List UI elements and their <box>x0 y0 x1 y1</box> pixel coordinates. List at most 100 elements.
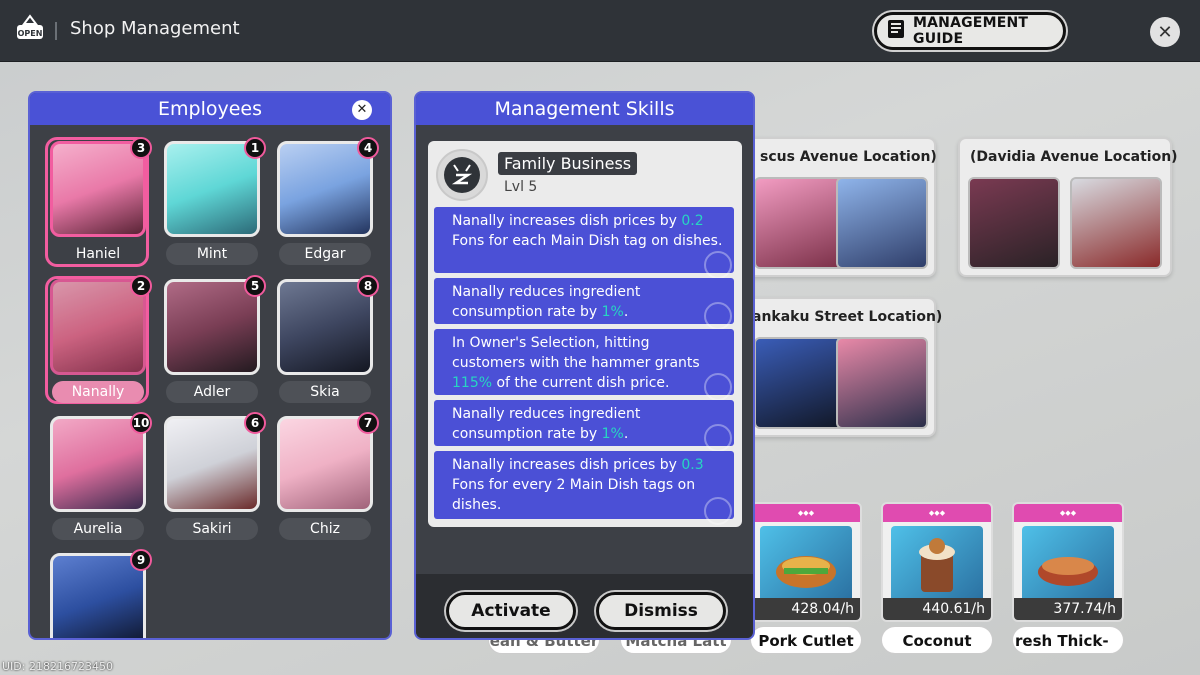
effect-text: of the current dish price. <box>492 375 670 391</box>
effect-text: Fons for each Main Dish tag on dishes. <box>452 233 723 249</box>
location-portrait <box>1070 177 1162 269</box>
location-portrait <box>754 337 846 429</box>
product-price: 428.04/h <box>752 598 860 620</box>
skill-card: Family Business Lvl 5 Nanally increases … <box>428 141 742 527</box>
product-card[interactable]: ◆◆◆ 428.04/h <box>750 502 862 622</box>
employee-nanally[interactable]: 2 Nanally <box>50 275 152 415</box>
employee-badge: 6 <box>244 412 266 434</box>
employee-portrait <box>277 416 373 512</box>
guide-book-icon <box>887 19 905 43</box>
employee-name: Chiz <box>279 518 371 540</box>
effect-value: 1% <box>601 426 624 442</box>
skill-effect: Nanally reduces ingredient consumption r… <box>434 400 734 452</box>
effect-text: In Owner's Selection, hitting customers … <box>452 335 700 371</box>
effect-text: Fons for every 2 Main Dish tags on dishe… <box>452 477 696 513</box>
dismiss-button[interactable]: Dismiss <box>596 592 726 630</box>
check-icon <box>704 497 732 525</box>
employee-badge: 2 <box>130 275 152 297</box>
employee-chiz[interactable]: 7 Chiz <box>277 412 379 552</box>
employee-name: Haniel <box>75 246 121 262</box>
skills-footer: Activate Dismiss <box>416 574 753 638</box>
product-price: 440.61/h <box>883 598 991 620</box>
check-icon <box>704 373 732 401</box>
employee-edgar[interactable]: 4 Edgar <box>277 137 379 277</box>
employee-unnamed[interactable]: 9 <box>50 549 152 638</box>
employee-portrait <box>164 416 260 512</box>
skill-effect: In Owner's Selection, hitting customers … <box>434 329 734 401</box>
employee-portrait <box>50 141 146 237</box>
effect-value: 0.2 <box>681 213 704 229</box>
location-title: scus Avenue Location) <box>760 149 937 165</box>
effect-text: . <box>623 304 629 320</box>
employee-name: Aurelia <box>52 518 144 540</box>
effect-value: 115% <box>452 375 493 391</box>
check-icon <box>704 424 732 452</box>
employee-name: Adler <box>166 381 258 403</box>
employee-skia[interactable]: 8 Skia <box>277 275 379 415</box>
employee-portrait <box>277 141 373 237</box>
employee-badge: 4 <box>357 137 379 159</box>
effect-value: 1% <box>601 304 624 320</box>
location-card[interactable]: scus Avenue Location) <box>740 137 937 277</box>
uid-label: UID: 218216723450 <box>2 660 113 673</box>
product-banner: ◆◆◆ <box>1014 504 1122 522</box>
employee-badge: 8 <box>357 275 379 297</box>
title-divider <box>55 22 57 40</box>
skill-name: Family Business <box>498 152 638 175</box>
product-banner: ◆◆◆ <box>752 504 860 522</box>
management-guide-button[interactable]: MANAGEMENT GUIDE <box>874 12 1066 50</box>
skills-title: Management Skills <box>416 93 753 125</box>
activate-button[interactable]: Activate <box>446 592 576 630</box>
employee-mint[interactable]: 1 Mint <box>164 137 266 277</box>
close-icon[interactable]: ✕ <box>352 100 372 120</box>
employee-portrait <box>164 279 260 375</box>
location-title: (Davidia Avenue Location) <box>970 149 1178 165</box>
product-name: resh Thick- <box>1012 626 1124 654</box>
employee-aurelia[interactable]: 10 Aurelia <box>50 412 152 552</box>
location-portrait <box>836 177 928 269</box>
employee-sakiri[interactable]: 6 Sakiri <box>164 412 266 552</box>
svg-text:OPEN: OPEN <box>18 29 43 38</box>
skill-emblem-icon <box>436 149 488 201</box>
product-name: Coconut <box>881 626 993 654</box>
product-card[interactable]: ◆◆◆ 377.74/h <box>1012 502 1124 622</box>
employees-title: Employees <box>30 93 390 125</box>
effect-text: Nanally increases dish prices by <box>452 213 682 229</box>
effect-text: Nanally increases dish prices by <box>452 457 682 473</box>
employee-badge: 5 <box>244 275 266 297</box>
employee-portrait <box>50 416 146 512</box>
product-image <box>891 526 983 604</box>
product-card[interactable]: ◆◆◆ 440.61/h <box>881 502 993 622</box>
effect-text: . <box>623 426 629 442</box>
employee-name: Skia <box>279 381 371 403</box>
employee-haniel[interactable]: 3 Haniel <box>50 137 152 277</box>
product-image <box>1022 526 1114 604</box>
skill-effect: Nanally increases dish prices by 0.2 Fon… <box>434 207 734 279</box>
location-card[interactable]: (Davidia Avenue Location) <box>958 137 1178 277</box>
top-bar: OPEN Shop Management MANAGEMENT GUIDE ✕ <box>0 0 1200 62</box>
employee-badge: 7 <box>357 412 379 434</box>
employee-name: Mint <box>166 243 258 265</box>
management-skills-panel: Management Skills Family Business Lvl 5 … <box>414 91 755 640</box>
employee-portrait <box>50 279 146 375</box>
employee-adler[interactable]: 5 Adler <box>164 275 266 415</box>
employees-panel: Employees ✕ 3 Haniel 1 Mint 4 Edgar 2 Na… <box>28 91 392 640</box>
shop-open-icon: OPEN <box>14 14 46 46</box>
check-icon <box>704 302 732 330</box>
employee-name: Nanally <box>52 381 144 403</box>
employee-badge: 9 <box>130 549 152 571</box>
location-portrait <box>754 177 846 269</box>
close-icon[interactable]: ✕ <box>1150 17 1180 47</box>
product-name: Pork Cutlet <box>750 626 862 654</box>
employee-badge: 10 <box>130 412 152 434</box>
skill-level: Lvl 5 <box>504 179 538 195</box>
employee-portrait <box>164 141 260 237</box>
page-title: Shop Management <box>70 18 240 39</box>
skill-effect: Nanally increases dish prices by 0.3 Fon… <box>434 451 734 525</box>
product-price: 377.74/h <box>1014 598 1122 620</box>
employee-name: Sakiri <box>166 518 258 540</box>
location-title: ankaku Street Location) <box>752 309 943 325</box>
location-card[interactable]: ankaku Street Location) <box>740 297 942 437</box>
product-banner: ◆◆◆ <box>883 504 991 522</box>
effect-value: 0.3 <box>681 457 704 473</box>
